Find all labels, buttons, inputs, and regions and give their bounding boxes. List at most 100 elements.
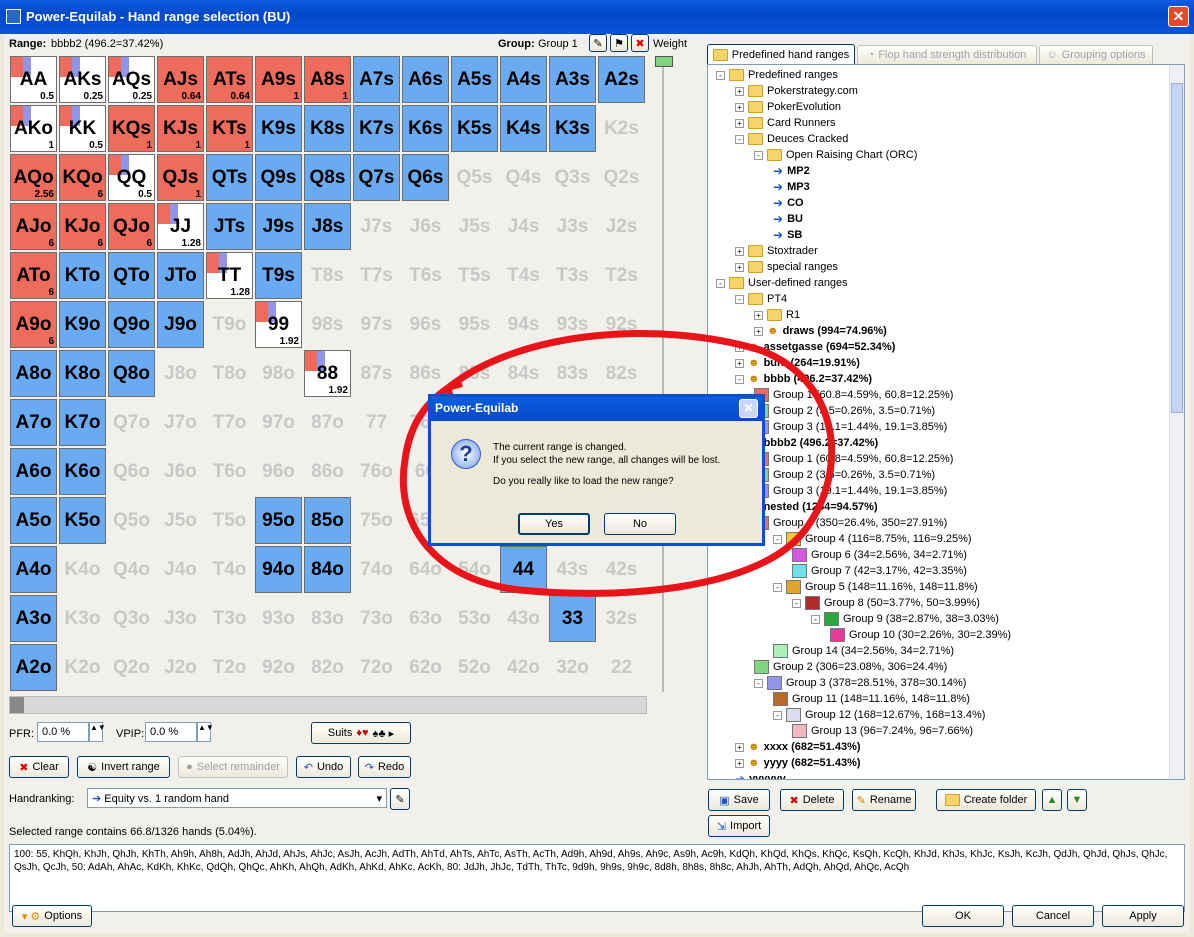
collapse-icon[interactable]: -	[754, 150, 763, 160]
tree-item[interactable]: - Open Raising Chart (ORC)	[754, 147, 917, 163]
pfr-spin[interactable]: ▲▼	[89, 722, 106, 742]
tree-item[interactable]: Group 1 (350=26.4%, 350=27.91%)	[754, 515, 947, 531]
tree-item[interactable]: + Stoxtrader	[735, 243, 818, 259]
hand-cell[interactable]: T6s	[402, 252, 449, 299]
hand-cell[interactable]: 92s	[598, 301, 645, 348]
undo-button[interactable]: ↶ Undo	[296, 756, 351, 778]
tree-item[interactable]: + ☻ draws (994=74.96%)	[754, 323, 887, 339]
edit-group-icon[interactable]: ✎	[589, 34, 607, 52]
tree-item[interactable]: + ☻ bunt (264=19.91%)	[735, 355, 860, 371]
hand-cell[interactable]: K6s	[402, 105, 449, 152]
hand-cell[interactable]: AQs 0.25	[108, 56, 155, 103]
collapse-icon[interactable]: -	[735, 374, 744, 384]
hand-cell[interactable]: A7o	[10, 399, 57, 446]
hand-cell[interactable]: K6o	[59, 448, 106, 495]
hand-cell[interactable]: 95s	[451, 301, 498, 348]
hand-cell[interactable]: ATs 0.64	[206, 56, 253, 103]
save-button[interactable]: ▣ Save	[708, 789, 770, 811]
hand-cell[interactable]: T7s	[353, 252, 400, 299]
hand-cell[interactable]: ATo 6	[10, 252, 57, 299]
range-scrollbar-thumb[interactable]	[10, 697, 24, 713]
options-button[interactable]: ▾ ⚙ Options	[12, 905, 92, 927]
hand-cell[interactable]: J9s	[255, 203, 302, 250]
hand-cell[interactable]: 93o	[255, 595, 302, 642]
hands-text[interactable]: 100: 55, KhQh, KhJh, QhJh, KhTh, Ah9h, A…	[9, 844, 1185, 912]
delete-group-icon[interactable]: ✖	[631, 34, 649, 52]
expand-icon[interactable]: +	[735, 262, 744, 272]
hand-cell[interactable]: K8s	[304, 105, 351, 152]
hand-cell[interactable]: 52o	[451, 644, 498, 691]
hand-cell[interactable]: 77	[353, 399, 400, 446]
hand-cell[interactable]: J5o	[157, 497, 204, 544]
hand-cell[interactable]: A3s	[549, 56, 596, 103]
tree-item[interactable]: Group 1 (60.8=4.59%, 60.8=12.25%)	[754, 451, 953, 467]
collapse-icon[interactable]: -	[735, 294, 744, 304]
hand-cell[interactable]: A2o	[10, 644, 57, 691]
tree-item[interactable]: ➔ MP2	[773, 163, 810, 179]
hand-cell[interactable]: KJs 1	[157, 105, 204, 152]
tree-item[interactable]: Group 1 (60.8=4.59%, 60.8=12.25%)	[754, 387, 953, 403]
hand-cell[interactable]: AJo 6	[10, 203, 57, 250]
move-down-icon[interactable]: ▼	[1067, 789, 1087, 811]
hand-cell[interactable]: 97o	[255, 399, 302, 446]
hand-cell[interactable]: 96o	[255, 448, 302, 495]
hand-cell[interactable]: A5o	[10, 497, 57, 544]
tree-item[interactable]: - ☻ bbbb (496.2=37.42%)	[735, 371, 872, 387]
tree-item[interactable]: Group 3 (19.1=1.44%, 19.1=3.85%)	[754, 419, 947, 435]
hand-cell[interactable]: 85s	[451, 350, 498, 397]
hand-cell[interactable]: 92o	[255, 644, 302, 691]
cancel-button[interactable]: Cancel	[1012, 905, 1094, 927]
expand-icon[interactable]: +	[735, 86, 744, 96]
hand-cell[interactable]: 88 1.92	[304, 350, 351, 397]
tab-grouping-options[interactable]: ☺ Grouping options	[1039, 45, 1153, 65]
collapse-icon[interactable]: -	[773, 534, 782, 544]
hand-cell[interactable]: 76o	[353, 448, 400, 495]
hand-cell[interactable]: 95o	[255, 497, 302, 544]
hand-cell[interactable]: AQo 2.56	[10, 154, 57, 201]
tree-item[interactable]: + Card Runners	[735, 115, 835, 131]
hand-cell[interactable]: Q9o	[108, 301, 155, 348]
hand-cell[interactable]: K7o	[59, 399, 106, 446]
hand-cell[interactable]: J4s	[500, 203, 547, 250]
hand-cell[interactable]: A2s	[598, 56, 645, 103]
hand-cell[interactable]: A6o	[10, 448, 57, 495]
vpip-input[interactable]: 0.0 %	[145, 722, 197, 742]
hand-cell[interactable]: A4s	[500, 56, 547, 103]
handranking-select[interactable]: ➔ Equity vs. 1 random hand ▾	[87, 788, 387, 808]
hand-cell[interactable]: 72o	[353, 644, 400, 691]
hand-cell[interactable]: Q5o	[108, 497, 155, 544]
hand-cell[interactable]: K8o	[59, 350, 106, 397]
hand-cell[interactable]: J7s	[353, 203, 400, 250]
hand-cell[interactable]: J3s	[549, 203, 596, 250]
hand-cell[interactable]: 83o	[304, 595, 351, 642]
expand-icon[interactable]: +	[754, 310, 763, 320]
hand-cell[interactable]: T8s	[304, 252, 351, 299]
hand-cell[interactable]: 42o	[500, 644, 547, 691]
hand-cell[interactable]: T4s	[500, 252, 547, 299]
tree-item[interactable]: ➔ yyyyyy	[735, 771, 786, 779]
hand-cell[interactable]: A4o	[10, 546, 57, 593]
tree-item[interactable]: - Group 4 (116=8.75%, 116=9.25%)	[773, 531, 972, 547]
hand-cell[interactable]: T2s	[598, 252, 645, 299]
hand-cell[interactable]: 97s	[353, 301, 400, 348]
expand-icon[interactable]: +	[735, 102, 744, 112]
tree-item[interactable]: Group 10 (30=2.26%, 30=2.39%)	[830, 627, 1011, 643]
weight-slider-track[interactable]	[662, 60, 664, 692]
hand-cell[interactable]: T9o	[206, 301, 253, 348]
yes-button[interactable]: Yes	[518, 513, 590, 535]
tree-scrollbar[interactable]	[1169, 65, 1184, 779]
redo-button[interactable]: ↷ Redo	[358, 756, 411, 778]
hand-cell[interactable]: K9o	[59, 301, 106, 348]
hand-cell[interactable]: Q3o	[108, 595, 155, 642]
tree-item[interactable]: - PT4	[735, 291, 787, 307]
collapse-icon[interactable]: -	[735, 134, 744, 144]
tree-item[interactable]: ➔ MP3	[773, 179, 810, 195]
hand-cell[interactable]: 22	[598, 644, 645, 691]
collapse-icon[interactable]: -	[773, 710, 782, 720]
hand-cell[interactable]: 93s	[549, 301, 596, 348]
hand-cell[interactable]: 83s	[549, 350, 596, 397]
hand-cell[interactable]: 94o	[255, 546, 302, 593]
hand-cell[interactable]: K4o	[59, 546, 106, 593]
expand-icon[interactable]: +	[735, 742, 744, 752]
hand-cell[interactable]: 96s	[402, 301, 449, 348]
